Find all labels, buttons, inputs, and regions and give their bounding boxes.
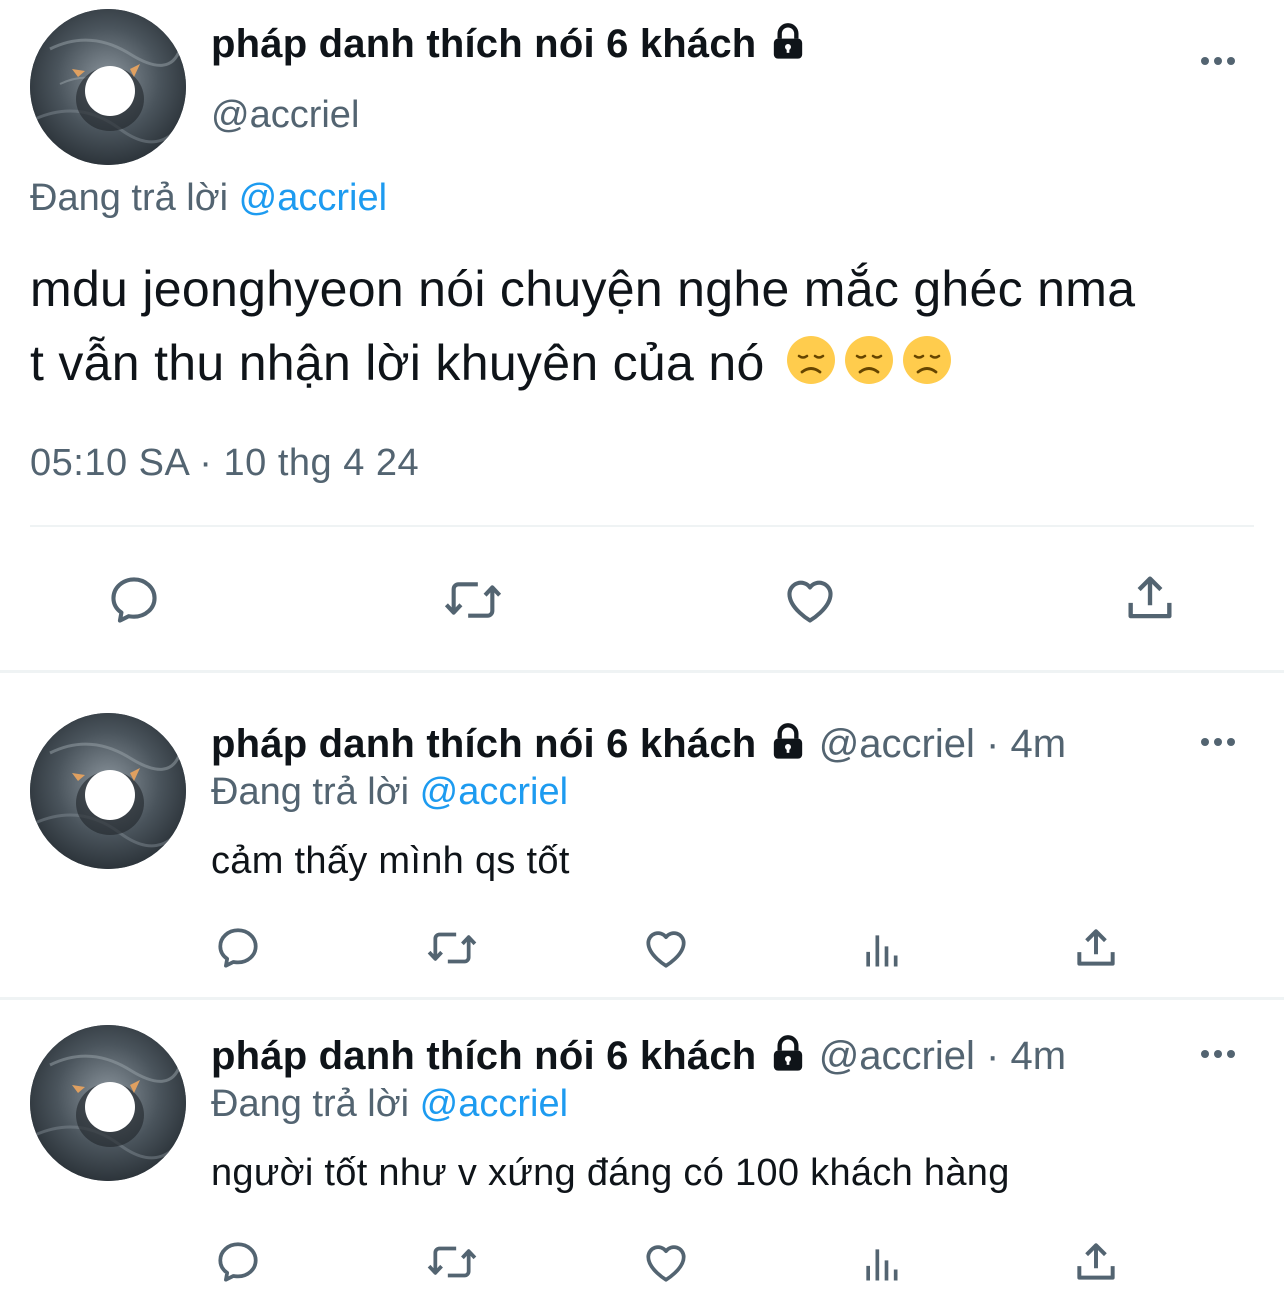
replying-to-link[interactable]: @accriel — [239, 177, 387, 219]
lock-icon — [768, 722, 808, 767]
retweet-button[interactable] — [424, 1236, 480, 1288]
retweet-button[interactable] — [424, 922, 480, 974]
reply-icon — [218, 1242, 258, 1282]
replying-to-link[interactable]: @accriel — [420, 1083, 568, 1125]
tweet-text: mdu jeonghyeon nói chuyện nghe mắc ghéc … — [30, 252, 1280, 406]
tweet-thread: pháp danh thích nói 6 khách @accriel Đan… — [0, 0, 1284, 1312]
reply-icon — [218, 928, 258, 968]
disappointed-face-emoji-icon — [785, 332, 837, 406]
replying-to-link[interactable]: @accriel — [420, 771, 568, 813]
share-button[interactable] — [1120, 568, 1180, 628]
display-name[interactable]: pháp danh thích nói 6 khách — [211, 722, 756, 766]
retweet-icon — [427, 932, 477, 964]
like-button[interactable] — [640, 1236, 692, 1288]
tweet-text-line-2-text: t vẫn thu nhận lời khuyên của nó — [30, 335, 765, 391]
share-icon — [1077, 929, 1115, 966]
analytics-icon — [866, 935, 898, 967]
retweet-button[interactable] — [440, 570, 506, 630]
lock-icon — [768, 1034, 808, 1079]
share-button[interactable] — [1070, 1236, 1122, 1288]
reply-header: pháp danh thích nói 6 khách @accriel · 4… — [211, 722, 1066, 767]
analytics-button[interactable] — [858, 926, 904, 974]
more-options-icon[interactable] — [1201, 57, 1235, 65]
disappointed-face-emoji-icon — [901, 332, 953, 406]
tweet-text-line-1: mdu jeonghyeon nói chuyện nghe mắc ghéc … — [30, 261, 1136, 317]
display-name[interactable]: pháp danh thích nói 6 khách — [211, 1034, 756, 1078]
replying-to: Đang trả lời @accriel — [211, 771, 568, 814]
disappointed-face-emoji-icon — [843, 332, 895, 406]
display-name[interactable]: pháp danh thích nói 6 khách — [211, 22, 808, 67]
divider — [0, 997, 1284, 1000]
like-button[interactable] — [780, 570, 840, 630]
divider — [30, 525, 1254, 527]
reply-button[interactable] — [104, 570, 164, 630]
tweet-text: cảm thấy mình qs tốt — [211, 840, 570, 882]
handle-and-time[interactable]: @accriel · 4m — [819, 1034, 1066, 1078]
user-handle[interactable]: @accriel — [211, 94, 359, 137]
reply-button[interactable] — [212, 922, 264, 974]
more-options-icon[interactable] — [1201, 1050, 1235, 1058]
share-icon — [1128, 576, 1172, 619]
tweet-text-line-2: t vẫn thu nhận lời khuyên của nó — [30, 326, 1280, 406]
avatar[interactable] — [30, 1025, 186, 1181]
replying-to: Đang trả lời @accriel — [211, 1083, 568, 1126]
handle-and-time[interactable]: @accriel · 4m — [819, 722, 1066, 766]
share-button[interactable] — [1070, 922, 1122, 974]
analytics-button[interactable] — [858, 1240, 904, 1288]
avatar[interactable] — [30, 9, 186, 165]
replying-prefix: Đang trả lời — [211, 771, 410, 813]
reply-header: pháp danh thích nói 6 khách @accriel · 4… — [211, 1034, 1066, 1079]
retweet-icon — [427, 1246, 477, 1278]
replying-prefix: Đang trả lời — [211, 1083, 410, 1125]
like-button[interactable] — [640, 922, 692, 974]
share-icon — [1077, 1243, 1115, 1280]
display-name-text: pháp danh thích nói 6 khách — [211, 22, 757, 66]
replying-prefix: Đang trả lời — [30, 177, 229, 219]
like-icon — [646, 1245, 686, 1282]
replying-to: Đang trả lời @accriel — [30, 177, 387, 220]
reply-button[interactable] — [212, 1236, 264, 1288]
tweet-timestamp[interactable]: 05:10 SA · 10 thg 4 24 — [30, 442, 419, 485]
analytics-icon — [866, 1249, 898, 1281]
like-icon — [646, 931, 686, 968]
lock-icon — [768, 22, 808, 67]
like-icon — [787, 580, 833, 623]
retweet-icon — [444, 582, 502, 618]
avatar[interactable] — [30, 713, 186, 869]
reply-icon — [111, 577, 157, 623]
divider — [0, 670, 1284, 673]
tweet-text: người tốt như v xứng đáng có 100 khách h… — [211, 1152, 1010, 1194]
more-options-icon[interactable] — [1201, 738, 1235, 746]
